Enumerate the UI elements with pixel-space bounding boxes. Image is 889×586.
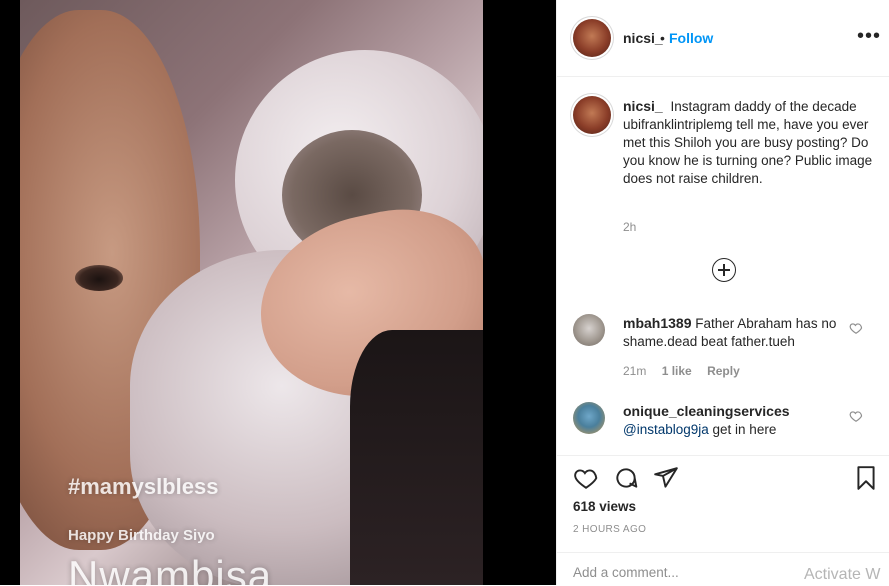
video-frame[interactable]: #mamyslbless Happy Birthday Siyo Nwambis… <box>20 0 483 585</box>
activation-watermark: Activate W <box>804 566 881 583</box>
comment-time: 21m <box>623 364 647 378</box>
add-comment-input[interactable] <box>573 565 793 580</box>
header-separator: • <box>660 30 665 46</box>
plus-circle-icon[interactable] <box>712 258 736 282</box>
more-options-icon[interactable]: ••• <box>857 26 881 46</box>
post-header: nicsi_ • Follow ••• <box>557 0 889 77</box>
author-avatar[interactable] <box>573 19 611 57</box>
video-dark-region <box>350 330 483 585</box>
comment-like-heart-icon[interactable] <box>849 321 863 335</box>
comment-text: get in here <box>712 422 777 437</box>
caption-avatar[interactable] <box>573 96 611 134</box>
heart-icon[interactable] <box>573 465 599 491</box>
video-overlay-name: Nwambisa <box>68 552 273 585</box>
comment-mention[interactable]: @instablog9ja <box>623 422 709 437</box>
comment-reply-button[interactable]: Reply <box>707 364 740 378</box>
video-eye-region <box>75 265 123 291</box>
commenter-avatar[interactable] <box>573 314 605 346</box>
caption-username[interactable]: nicsi_ <box>623 98 663 114</box>
video-overlay-greeting: Happy Birthday Siyo <box>68 527 215 544</box>
video-overlay-hashtag: #mamyslbless <box>68 474 219 499</box>
bookmark-icon[interactable] <box>853 465 879 491</box>
commenter-username[interactable]: mbah1389 <box>623 315 691 331</box>
share-icon[interactable] <box>653 465 679 491</box>
comment-body: mbah1389 Father Abraham has no shame.dea… <box>623 314 843 351</box>
comment-likes[interactable]: 1 like <box>662 364 692 378</box>
commenter-avatar[interactable] <box>573 402 605 434</box>
view-count[interactable]: 618 views <box>573 499 636 514</box>
action-bar <box>557 455 889 496</box>
follow-button[interactable]: Follow <box>669 30 713 46</box>
post-side-panel: nicsi_ • Follow ••• nicsi_ Instagram dad… <box>556 0 889 585</box>
post-media[interactable]: #mamyslbless Happy Birthday Siyo Nwambis… <box>0 0 556 585</box>
comment-icon[interactable] <box>613 465 639 491</box>
author-username[interactable]: nicsi_ <box>623 30 663 46</box>
post-timestamp: 2 HOURS AGO <box>573 524 647 535</box>
comment-meta: 21m 1 like Reply <box>623 364 752 378</box>
post-caption: nicsi_ Instagram daddy of the decade ubi… <box>623 97 881 188</box>
commenter-username[interactable]: onique_cleaningservices <box>623 403 790 419</box>
caption-timestamp: 2h <box>623 220 637 234</box>
comment-like-heart-icon[interactable] <box>849 409 863 423</box>
comment-body: onique_cleaningservices @instablog9ja ge… <box>623 402 843 439</box>
